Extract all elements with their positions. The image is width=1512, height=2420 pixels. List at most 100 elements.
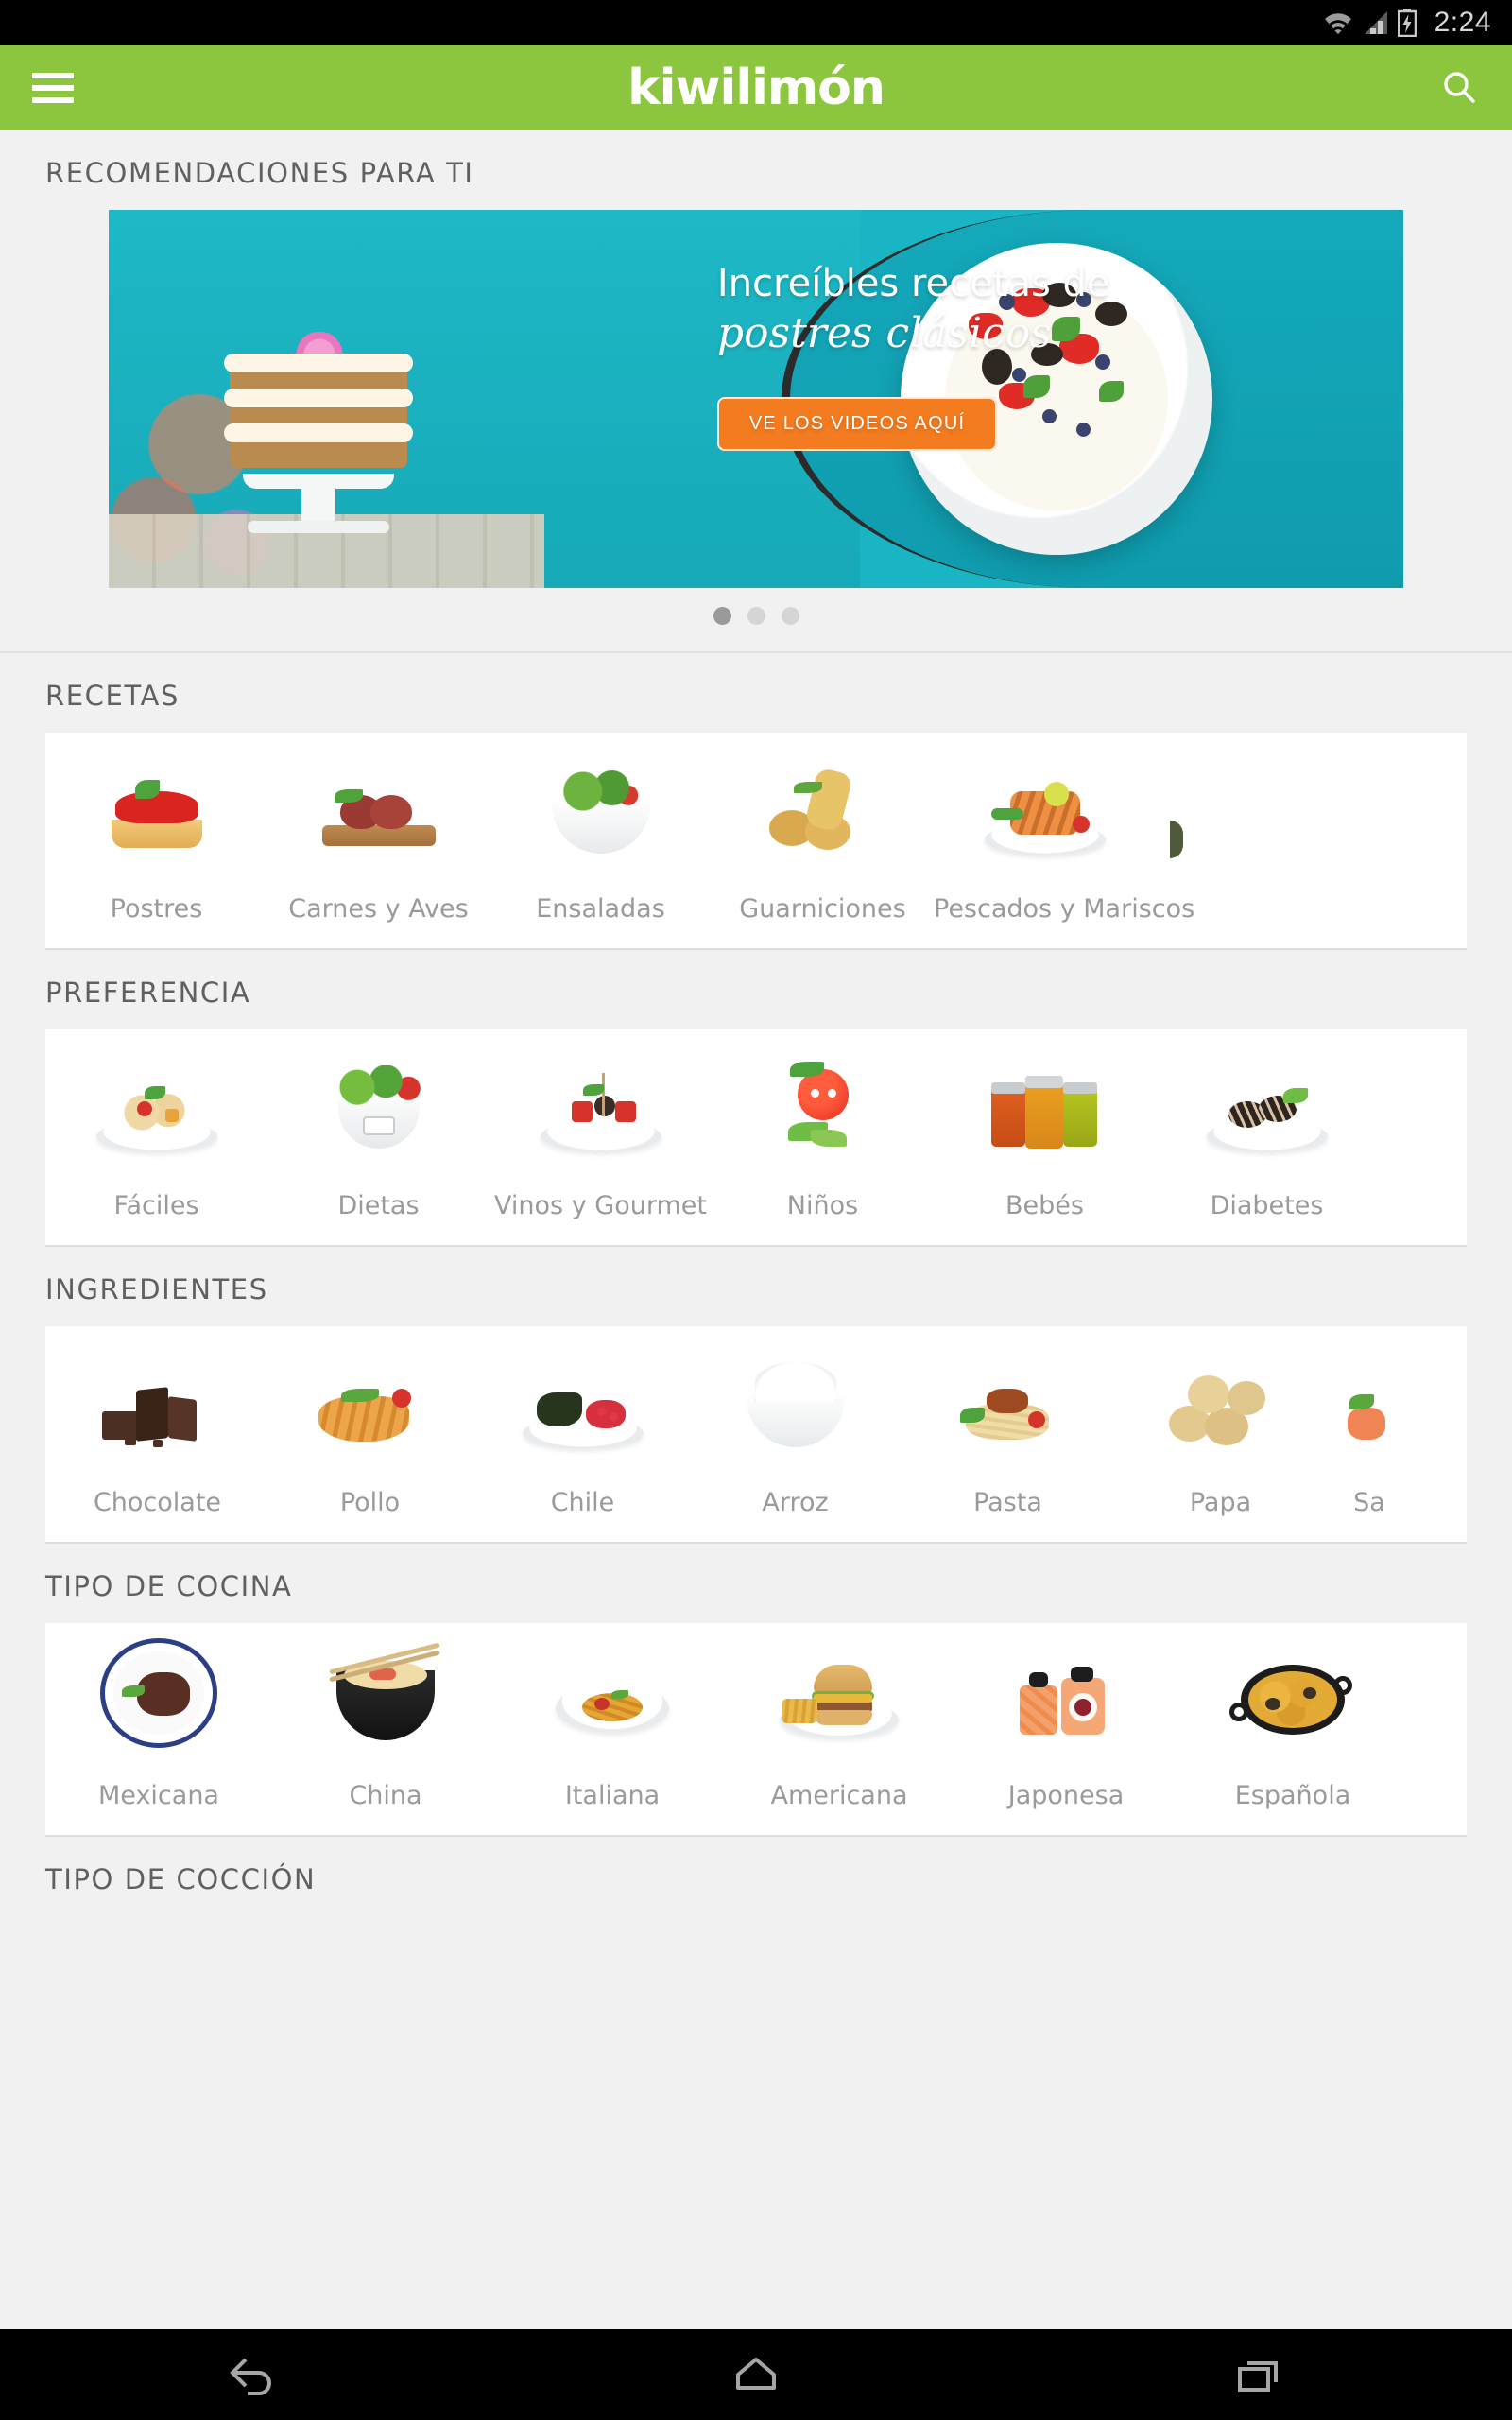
preferencia-rail[interactable]: Fáciles Dietas Vinos y Gourmet Niños Beb… [45, 1029, 1467, 1247]
grilled-fish-icon [934, 750, 1156, 868]
cuisine-mexicana[interactable]: Mexicana [45, 1636, 272, 1822]
category-label: Dietas [337, 1191, 420, 1220]
battery-charging-icon [1397, 9, 1417, 37]
android-nav-bar [0, 2329, 1512, 2420]
ingredient-chocolate[interactable]: Chocolate [51, 1343, 264, 1529]
paella-icon [1179, 1636, 1406, 1754]
app-brand-title: kiwilimón [627, 60, 885, 116]
cuisine-label: Mexicana [98, 1781, 219, 1810]
ingredient-label: Sa [1353, 1488, 1385, 1517]
section-title-tipo-de-cocina: TIPO DE COCINA [45, 1570, 293, 1602]
mole-plate-icon [45, 1636, 272, 1754]
section-title-ingredientes: INGREDIENTES [45, 1273, 268, 1305]
category-label: Diabetes [1210, 1191, 1324, 1220]
banner-headline-line2: postres clásicos [716, 308, 1052, 357]
tipo-de-cocina-track[interactable]: Mexicana China Italiana Americana Japone… [45, 1623, 1467, 1835]
category-label: Niños [786, 1191, 859, 1220]
layer-cake-image [224, 332, 413, 533]
cell-signal-icon [1364, 11, 1387, 34]
preferencia-track[interactable]: Fáciles Dietas Vinos y Gourmet Niños Beb… [45, 1029, 1467, 1245]
category-label: Carnes y Aves [288, 894, 469, 924]
pasta-plate-icon [45, 1046, 267, 1165]
cuisine-japonesa[interactable]: Japonesa [953, 1636, 1179, 1822]
category-diabetes[interactable]: Diabetes [1156, 1046, 1378, 1232]
category-dietas[interactable]: Dietas [267, 1046, 490, 1232]
category-label [1156, 897, 1212, 935]
noodle-bowl-icon [272, 1636, 499, 1754]
rice-bowl-icon [689, 1343, 902, 1461]
category-label: Postres [110, 894, 203, 924]
tomato-face-icon [712, 1046, 934, 1165]
ingredient-papa[interactable]: Papa [1114, 1343, 1327, 1529]
recetas-track[interactable]: Postres Carnes y Aves Ensaladas Guarnici… [45, 733, 1467, 948]
cuisine-label: Italiana [564, 1781, 661, 1810]
banner-headline-line1: Increíbles recetas de [716, 262, 1110, 305]
recents-icon[interactable] [1194, 2342, 1326, 2408]
section-title-recomendaciones: RECOMENDACIONES PARA TI [45, 157, 474, 189]
ingredient-chile[interactable]: Chile [476, 1343, 689, 1529]
category-pescados-y-mariscos[interactable]: Pescados y Mariscos [934, 750, 1195, 935]
ingredient-label: Pollo [339, 1488, 401, 1517]
cuisine-americana[interactable]: Americana [726, 1636, 953, 1822]
ingredient-label: Arroz [762, 1488, 829, 1517]
chicken-breast-icon [264, 1343, 476, 1461]
recommendations-carousel[interactable]: Increíbles recetas de postres clásicos V… [0, 210, 1512, 651]
burger-icon [726, 1636, 953, 1754]
banner-slide[interactable]: Increíbles recetas de postres clásicos V… [109, 210, 1403, 588]
ingredient-pollo[interactable]: Pollo [264, 1343, 476, 1529]
category-label: Fáciles [113, 1191, 199, 1220]
salad-scale-icon [267, 1046, 490, 1165]
carousel-dot-2[interactable] [747, 607, 765, 625]
search-icon[interactable] [1438, 67, 1480, 109]
ingredientes-rail[interactable]: Chocolate Pollo Chile Arroz Pasta Papa S… [45, 1326, 1467, 1544]
pasta-icon [902, 1343, 1114, 1461]
salmon-icon [1327, 1343, 1412, 1461]
gourmet-skewers-icon [490, 1046, 712, 1165]
tipo-de-cocina-rail[interactable]: Mexicana China Italiana Americana Japone… [45, 1623, 1467, 1837]
sushi-icon [953, 1636, 1179, 1754]
category-bebes[interactable]: Bebés [934, 1046, 1156, 1232]
steak-icon [267, 750, 490, 868]
ingredient-label: Chocolate [93, 1488, 222, 1517]
carousel-dot-1[interactable] [713, 607, 731, 625]
ingredient-salmon-cut-off[interactable]: Sa [1327, 1343, 1412, 1529]
section-title-recetas: RECETAS [45, 680, 180, 712]
cuisine-label: China [349, 1781, 422, 1810]
cuisine-italiana[interactable]: Italiana [499, 1636, 726, 1822]
ingredient-arroz[interactable]: Arroz [689, 1343, 902, 1529]
ingredient-label: Papa [1189, 1488, 1252, 1517]
recetas-rail[interactable]: Postres Carnes y Aves Ensaladas Guarnici… [45, 733, 1467, 950]
category-postres[interactable]: Postres [45, 750, 267, 935]
hamburger-menu-icon[interactable] [32, 73, 74, 103]
ingredient-label: Chile [550, 1488, 615, 1517]
category-cut-off[interactable] [1156, 779, 1212, 935]
status-bar: 2:24 [0, 0, 1512, 45]
category-label: Pescados y Mariscos [934, 894, 1195, 924]
cuisine-espanola[interactable]: Española [1179, 1636, 1406, 1822]
potato-icon [1114, 1343, 1327, 1461]
category-ensaladas[interactable]: Ensaladas [490, 750, 712, 935]
carousel-pagination[interactable] [0, 588, 1512, 646]
italian-pasta-icon [499, 1636, 726, 1754]
cuisine-label: Japonesa [1007, 1781, 1125, 1810]
banner-cta-button[interactable]: VE LOS VIDEOS AQUÍ [716, 396, 998, 451]
banner-copy: Increíbles recetas de postres clásicos V… [716, 262, 1287, 451]
cuisine-china[interactable]: China [272, 1636, 499, 1822]
carousel-dot-3[interactable] [781, 607, 799, 625]
category-label: Vinos y Gourmet [494, 1191, 707, 1220]
app-bar: kiwilimón [0, 45, 1512, 130]
chocolate-icon [51, 1343, 264, 1461]
category-faciles[interactable]: Fáciles [45, 1046, 267, 1232]
chile-plate-icon [476, 1343, 689, 1461]
category-vinos-y-gourmet[interactable]: Vinos y Gourmet [490, 1046, 712, 1232]
back-icon[interactable] [186, 2342, 318, 2408]
category-guarniciones[interactable]: Guarniciones [712, 750, 934, 935]
salad-bowl-icon [490, 750, 712, 868]
category-carnes-y-aves[interactable]: Carnes y Aves [267, 750, 490, 935]
app-root: 2:24 kiwilimón RECOMENDACIONES PARA TI I… [0, 0, 1512, 2420]
category-ninos[interactable]: Niños [712, 1046, 934, 1232]
scroll-content[interactable]: RECOMENDACIONES PARA TI Increíbles recet… [0, 130, 1512, 2329]
ingredientes-track[interactable]: Chocolate Pollo Chile Arroz Pasta Papa S… [45, 1326, 1467, 1542]
ingredient-pasta[interactable]: Pasta [902, 1343, 1114, 1529]
home-icon[interactable] [690, 2342, 822, 2408]
